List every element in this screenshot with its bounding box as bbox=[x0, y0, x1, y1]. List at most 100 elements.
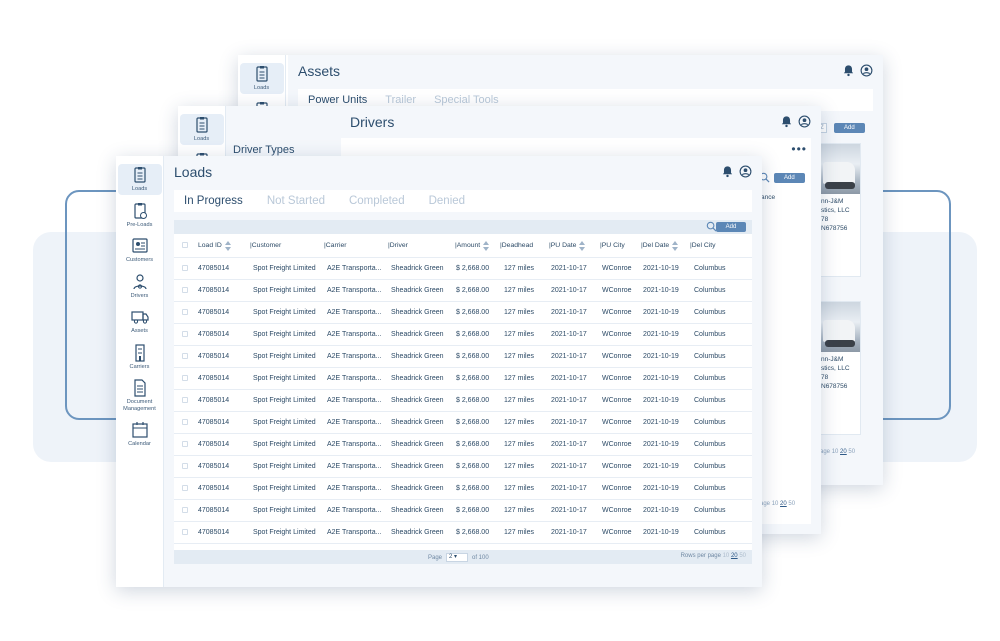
nav-item-drivers[interactable]: Drivers bbox=[118, 271, 162, 302]
nav-item-assets[interactable]: Assets bbox=[118, 306, 162, 337]
table-cell: 2021-10-17 bbox=[551, 265, 587, 272]
row-checkbox[interactable] bbox=[182, 419, 188, 425]
table-cell: 2021-10-19 bbox=[643, 463, 679, 470]
clipboard-icon bbox=[195, 117, 208, 133]
column-header[interactable]: | Del City bbox=[690, 234, 716, 257]
table-row[interactable]: 47085014 Spot Freight Limited A2E Transpor… bbox=[174, 412, 752, 434]
column-header[interactable]: | Deadhead bbox=[500, 234, 533, 257]
table-row[interactable]: 47085014 Spot Freight Limited A2E Transpor… bbox=[174, 478, 752, 500]
table-cell: WConroe bbox=[602, 287, 632, 294]
tab-denied[interactable]: Denied bbox=[429, 195, 465, 207]
column-header[interactable]: | Customer bbox=[250, 234, 281, 257]
drivers-add-button[interactable]: Add bbox=[774, 173, 805, 183]
asset-card[interactable]: nn-J&M stics, LLC 78 N678756 bbox=[818, 143, 861, 277]
drivers-pager-option-50[interactable]: 50 bbox=[788, 501, 795, 507]
row-checkbox[interactable] bbox=[182, 397, 188, 403]
table-row[interactable]: 47085014 Spot Freight Limited A2E Transpor… bbox=[174, 280, 752, 302]
user-account-icon[interactable] bbox=[798, 115, 811, 128]
more-options-icon[interactable]: ••• bbox=[791, 142, 807, 156]
truck-icon bbox=[130, 311, 149, 324]
column-header[interactable]: | Driver bbox=[388, 234, 408, 257]
nav-item-loads[interactable]: Loads bbox=[179, 114, 224, 145]
table-cell: 2021-10-17 bbox=[551, 485, 587, 492]
row-checkbox[interactable] bbox=[182, 441, 188, 447]
row-checkbox[interactable] bbox=[182, 309, 188, 315]
table-row[interactable]: 47085014 Spot Freight Limited A2E Transpor… bbox=[174, 368, 752, 390]
assets-pager-option-20[interactable]: 20 bbox=[840, 449, 847, 455]
row-checkbox[interactable] bbox=[182, 265, 188, 271]
user-account-icon[interactable] bbox=[739, 165, 752, 178]
tab-power-units[interactable]: Power Units bbox=[308, 94, 367, 106]
assets-add-button[interactable]: Add bbox=[834, 123, 865, 133]
row-checkbox[interactable] bbox=[182, 353, 188, 359]
table-cell: Spot Freight Limited bbox=[253, 419, 316, 426]
table-cell: Columbus bbox=[694, 485, 726, 492]
rows-option-20[interactable]: 20 bbox=[731, 553, 738, 559]
table-row[interactable]: 47085014 Spot Freight Limited A2E Transpor… bbox=[174, 434, 752, 456]
bell-icon[interactable] bbox=[780, 115, 793, 128]
page-select[interactable]: 2 ▾ bbox=[446, 553, 469, 562]
table-row[interactable]: 47085014 Spot Freight Limited A2E Transpor… bbox=[174, 456, 752, 478]
sort-icon[interactable] bbox=[672, 240, 679, 251]
tab-not-started[interactable]: Not Started bbox=[267, 195, 325, 207]
nav-item-calendar[interactable]: Calendar bbox=[118, 419, 162, 450]
row-checkbox[interactable] bbox=[182, 485, 188, 491]
document-icon bbox=[133, 379, 146, 397]
nav-item-loads[interactable]: Loads bbox=[117, 164, 162, 195]
table-row[interactable]: 47085014 Spot Freight Limited A2E Transpor… bbox=[174, 302, 752, 324]
row-checkbox[interactable] bbox=[182, 507, 188, 513]
row-checkbox[interactable] bbox=[182, 529, 188, 535]
nav-item-customers[interactable]: Customers bbox=[118, 235, 162, 266]
drivers-pager-option-20[interactable]: 20 bbox=[780, 501, 787, 507]
user-account-icon[interactable] bbox=[860, 64, 873, 77]
column-header[interactable]: | PU Date bbox=[549, 234, 586, 257]
nav-item-pre-loads[interactable]: Pre-Loads bbox=[118, 200, 162, 231]
sort-icon[interactable] bbox=[224, 240, 231, 251]
table-row[interactable]: 47085014 Spot Freight Limited A2E Transpor… bbox=[174, 346, 752, 368]
tab-special-tools[interactable]: Special Tools bbox=[434, 94, 499, 106]
nav-item-loads[interactable]: Loads bbox=[239, 63, 284, 94]
nav-item-document-management[interactable]: Document Management bbox=[118, 377, 162, 414]
column-header[interactable]: | Del Date bbox=[641, 234, 679, 257]
bell-icon[interactable] bbox=[842, 64, 855, 77]
loads-window: Loads Pre-Loads Customers Drivers Assets… bbox=[116, 156, 762, 587]
table-row[interactable]: 47085014 Spot Freight Limited A2E Transpor… bbox=[174, 390, 752, 412]
nav-item-carriers[interactable]: Carriers bbox=[118, 342, 162, 373]
table-cell: 127 miles bbox=[504, 507, 534, 514]
row-checkbox[interactable] bbox=[182, 375, 188, 381]
assets-pager-option-10[interactable]: 10 bbox=[832, 449, 839, 455]
table-cell: Spot Freight Limited bbox=[253, 265, 316, 272]
sort-icon[interactable] bbox=[579, 240, 586, 251]
drivers-pager-option-10[interactable]: 10 bbox=[772, 501, 779, 507]
rows-option-50[interactable]: 50 bbox=[739, 553, 746, 559]
bell-icon[interactable] bbox=[721, 165, 734, 178]
column-header-label: PU Date bbox=[550, 242, 577, 249]
drivers-top-icons bbox=[780, 115, 811, 128]
asset-card-company-line2: stics, LLC bbox=[821, 365, 850, 372]
rows-option-10[interactable]: 10 bbox=[723, 553, 730, 559]
row-checkbox[interactable] bbox=[182, 331, 188, 337]
asset-card-number: 78 bbox=[821, 216, 829, 223]
column-header[interactable]: | Amount bbox=[455, 234, 490, 257]
table-cell: A2E Transporta... bbox=[327, 507, 382, 514]
row-checkbox[interactable] bbox=[182, 287, 188, 293]
asset-card-company: nn-J&M bbox=[821, 198, 844, 205]
asset-card[interactable]: nn-J&M stics, LLC 78 N678756 bbox=[818, 301, 861, 435]
column-header-label: Carrier bbox=[325, 242, 347, 249]
sort-icon[interactable] bbox=[483, 240, 490, 251]
column-header[interactable]: | PU City bbox=[600, 234, 625, 257]
add-load-button[interactable]: Add bbox=[716, 222, 746, 232]
table-row[interactable]: 47085014 Spot Freight Limited A2E Transpor… bbox=[174, 324, 752, 346]
row-checkbox[interactable] bbox=[182, 463, 188, 469]
table-cell: 127 miles bbox=[504, 353, 534, 360]
select-all-checkbox[interactable] bbox=[182, 242, 188, 248]
table-row[interactable]: 47085014 Spot Freight Limited A2E Transpor… bbox=[174, 522, 752, 544]
table-row[interactable]: 47085014 Spot Freight Limited A2E Transpor… bbox=[174, 500, 752, 522]
tab-trailer[interactable]: Trailer bbox=[385, 94, 416, 106]
assets-pager-option-50[interactable]: 50 bbox=[848, 449, 855, 455]
tab-in-progress[interactable]: In Progress bbox=[184, 195, 243, 207]
column-header[interactable]: Load ID bbox=[198, 234, 231, 257]
column-header[interactable]: | Carrier bbox=[324, 234, 347, 257]
table-row[interactable]: 47085014 Spot Freight Limited A2E Transpor… bbox=[174, 258, 752, 280]
tab-completed[interactable]: Completed bbox=[349, 195, 405, 207]
